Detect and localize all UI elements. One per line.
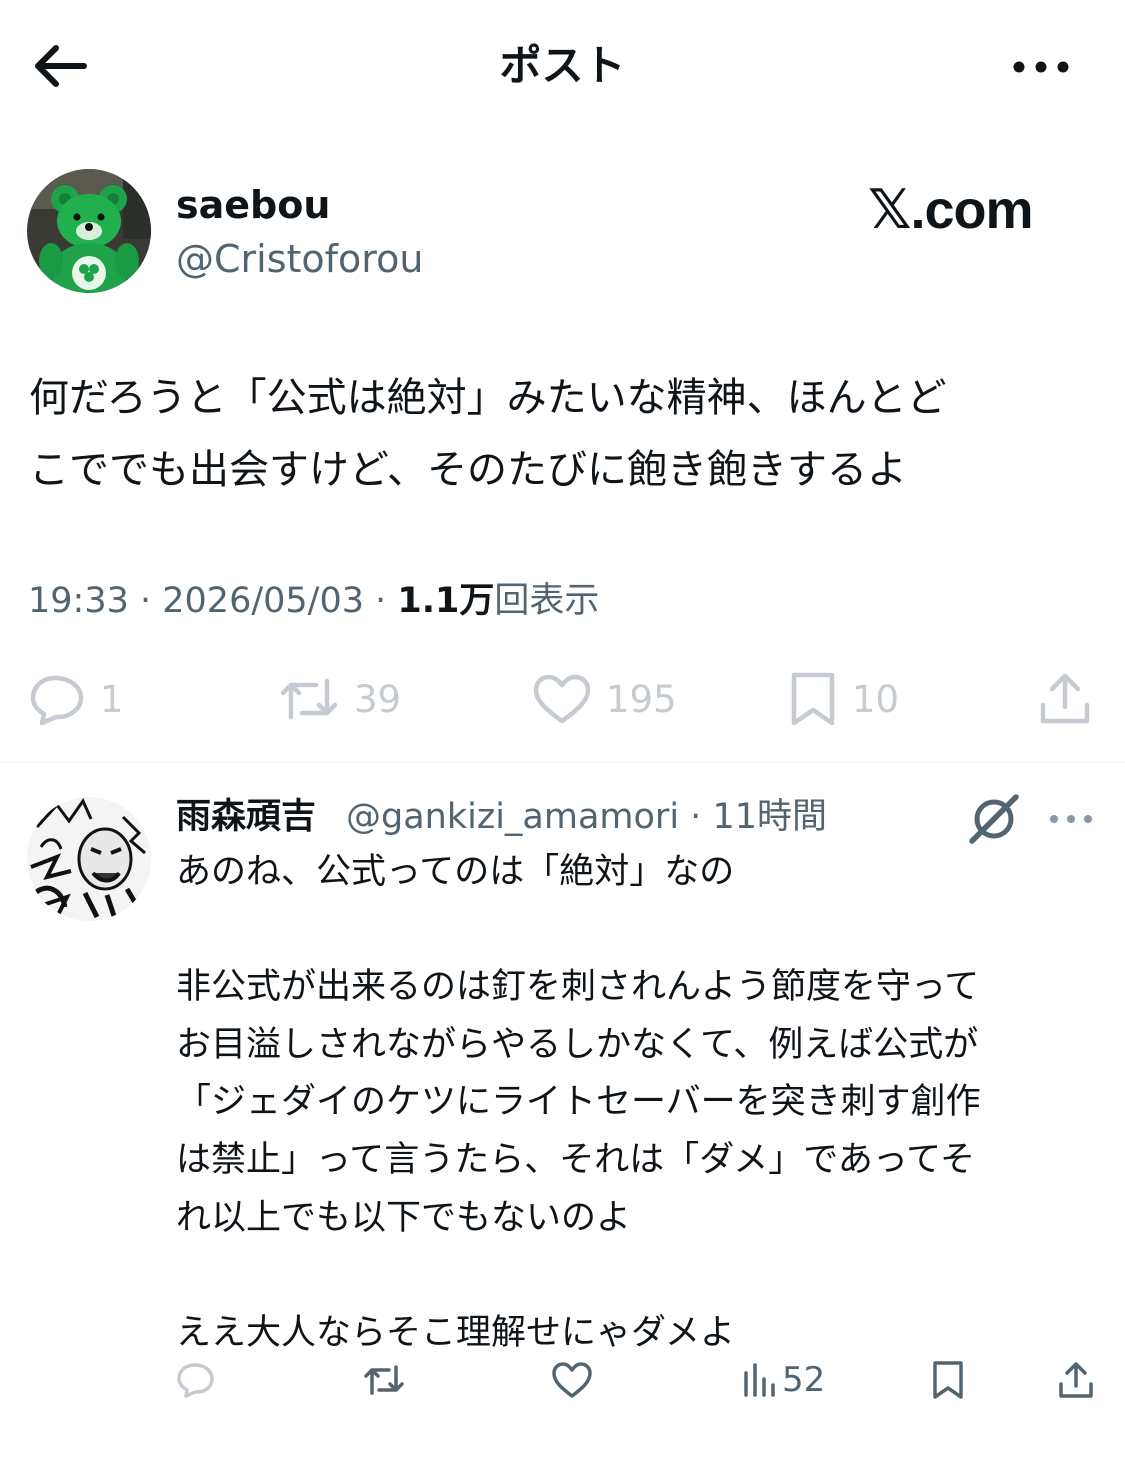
reply-icon [30, 675, 84, 725]
repost-count: 39 [354, 677, 402, 721]
repost-icon [364, 1365, 404, 1395]
heart-icon [533, 674, 591, 724]
reply-button[interactable]: 1 [28, 668, 124, 730]
post-time[interactable]: 19:33 [28, 581, 129, 621]
bookmark-icon [791, 672, 835, 726]
like-count: 195 [606, 677, 677, 721]
author-handle[interactable]: @Cristoforou [176, 234, 423, 284]
avatar[interactable] [27, 169, 151, 293]
post-date[interactable]: 2026/05/03 [162, 581, 364, 621]
manga-character-avatar-image [27, 797, 151, 921]
grok-icon [969, 794, 1019, 844]
bookmark-icon [933, 1361, 963, 1399]
repost-button[interactable]: 39 [278, 668, 401, 730]
share-icon [1059, 1362, 1093, 1398]
page-title: ポスト [499, 41, 626, 90]
views-label: 回表示 [494, 581, 600, 621]
green-bear-avatar-image [27, 169, 151, 293]
reply-bookmark-button[interactable] [930, 1356, 966, 1404]
more-horizontal-icon [1050, 815, 1092, 823]
post-metadata: 19:33 · 2026/05/03 · 1.1万回表示 [28, 581, 600, 621]
divider [0, 762, 1125, 763]
x-com-watermark: 𝕏.com [868, 180, 1034, 240]
heart-icon [552, 1362, 592, 1398]
share-icon [1040, 673, 1090, 724]
analytics-icon [744, 1363, 775, 1397]
reply-views-button[interactable]: 52 [742, 1356, 825, 1404]
reply-share-button[interactable] [1057, 1356, 1095, 1404]
views-count: 1.1万 [397, 581, 495, 621]
more-horizontal-icon [1013, 61, 1069, 73]
repost-icon [280, 678, 338, 720]
reply-reply-button[interactable] [176, 1356, 216, 1404]
reply-handle-line: @gankizi_amamori · 11時間 [346, 797, 827, 837]
share-button[interactable] [1038, 668, 1092, 730]
reply-avatar[interactable] [27, 797, 151, 921]
reply-icon [177, 1363, 214, 1398]
post-text: 何だろうと「公式は絶対」みたいな精神、ほんとど こででも出会すけど、そのたびに飽… [29, 375, 947, 493]
reply-views-count: 52 [782, 1360, 826, 1400]
bookmark-button[interactable]: 10 [788, 668, 899, 730]
reply-author-name[interactable]: 雨森頑吉 [176, 792, 316, 842]
reply-like-button[interactable] [551, 1356, 593, 1404]
reply-repost-button[interactable] [362, 1356, 406, 1404]
bookmark-count: 10 [852, 677, 900, 721]
reply-author-handle[interactable]: @gankizi_amamori [346, 797, 679, 837]
reply-text: あのね、公式ってのは「絶対」なの 非公式が出来るのは釘を刺されんよう節度を守って… [176, 852, 981, 1353]
reply-time[interactable]: 11時間 [712, 797, 827, 837]
reply-more-button[interactable] [1048, 808, 1094, 830]
grok-button[interactable] [966, 794, 1024, 844]
reply-count: 1 [100, 677, 124, 721]
author-display-name[interactable]: saebou [176, 180, 330, 230]
like-button[interactable]: 195 [532, 668, 677, 730]
more-options-button[interactable] [1010, 50, 1072, 84]
